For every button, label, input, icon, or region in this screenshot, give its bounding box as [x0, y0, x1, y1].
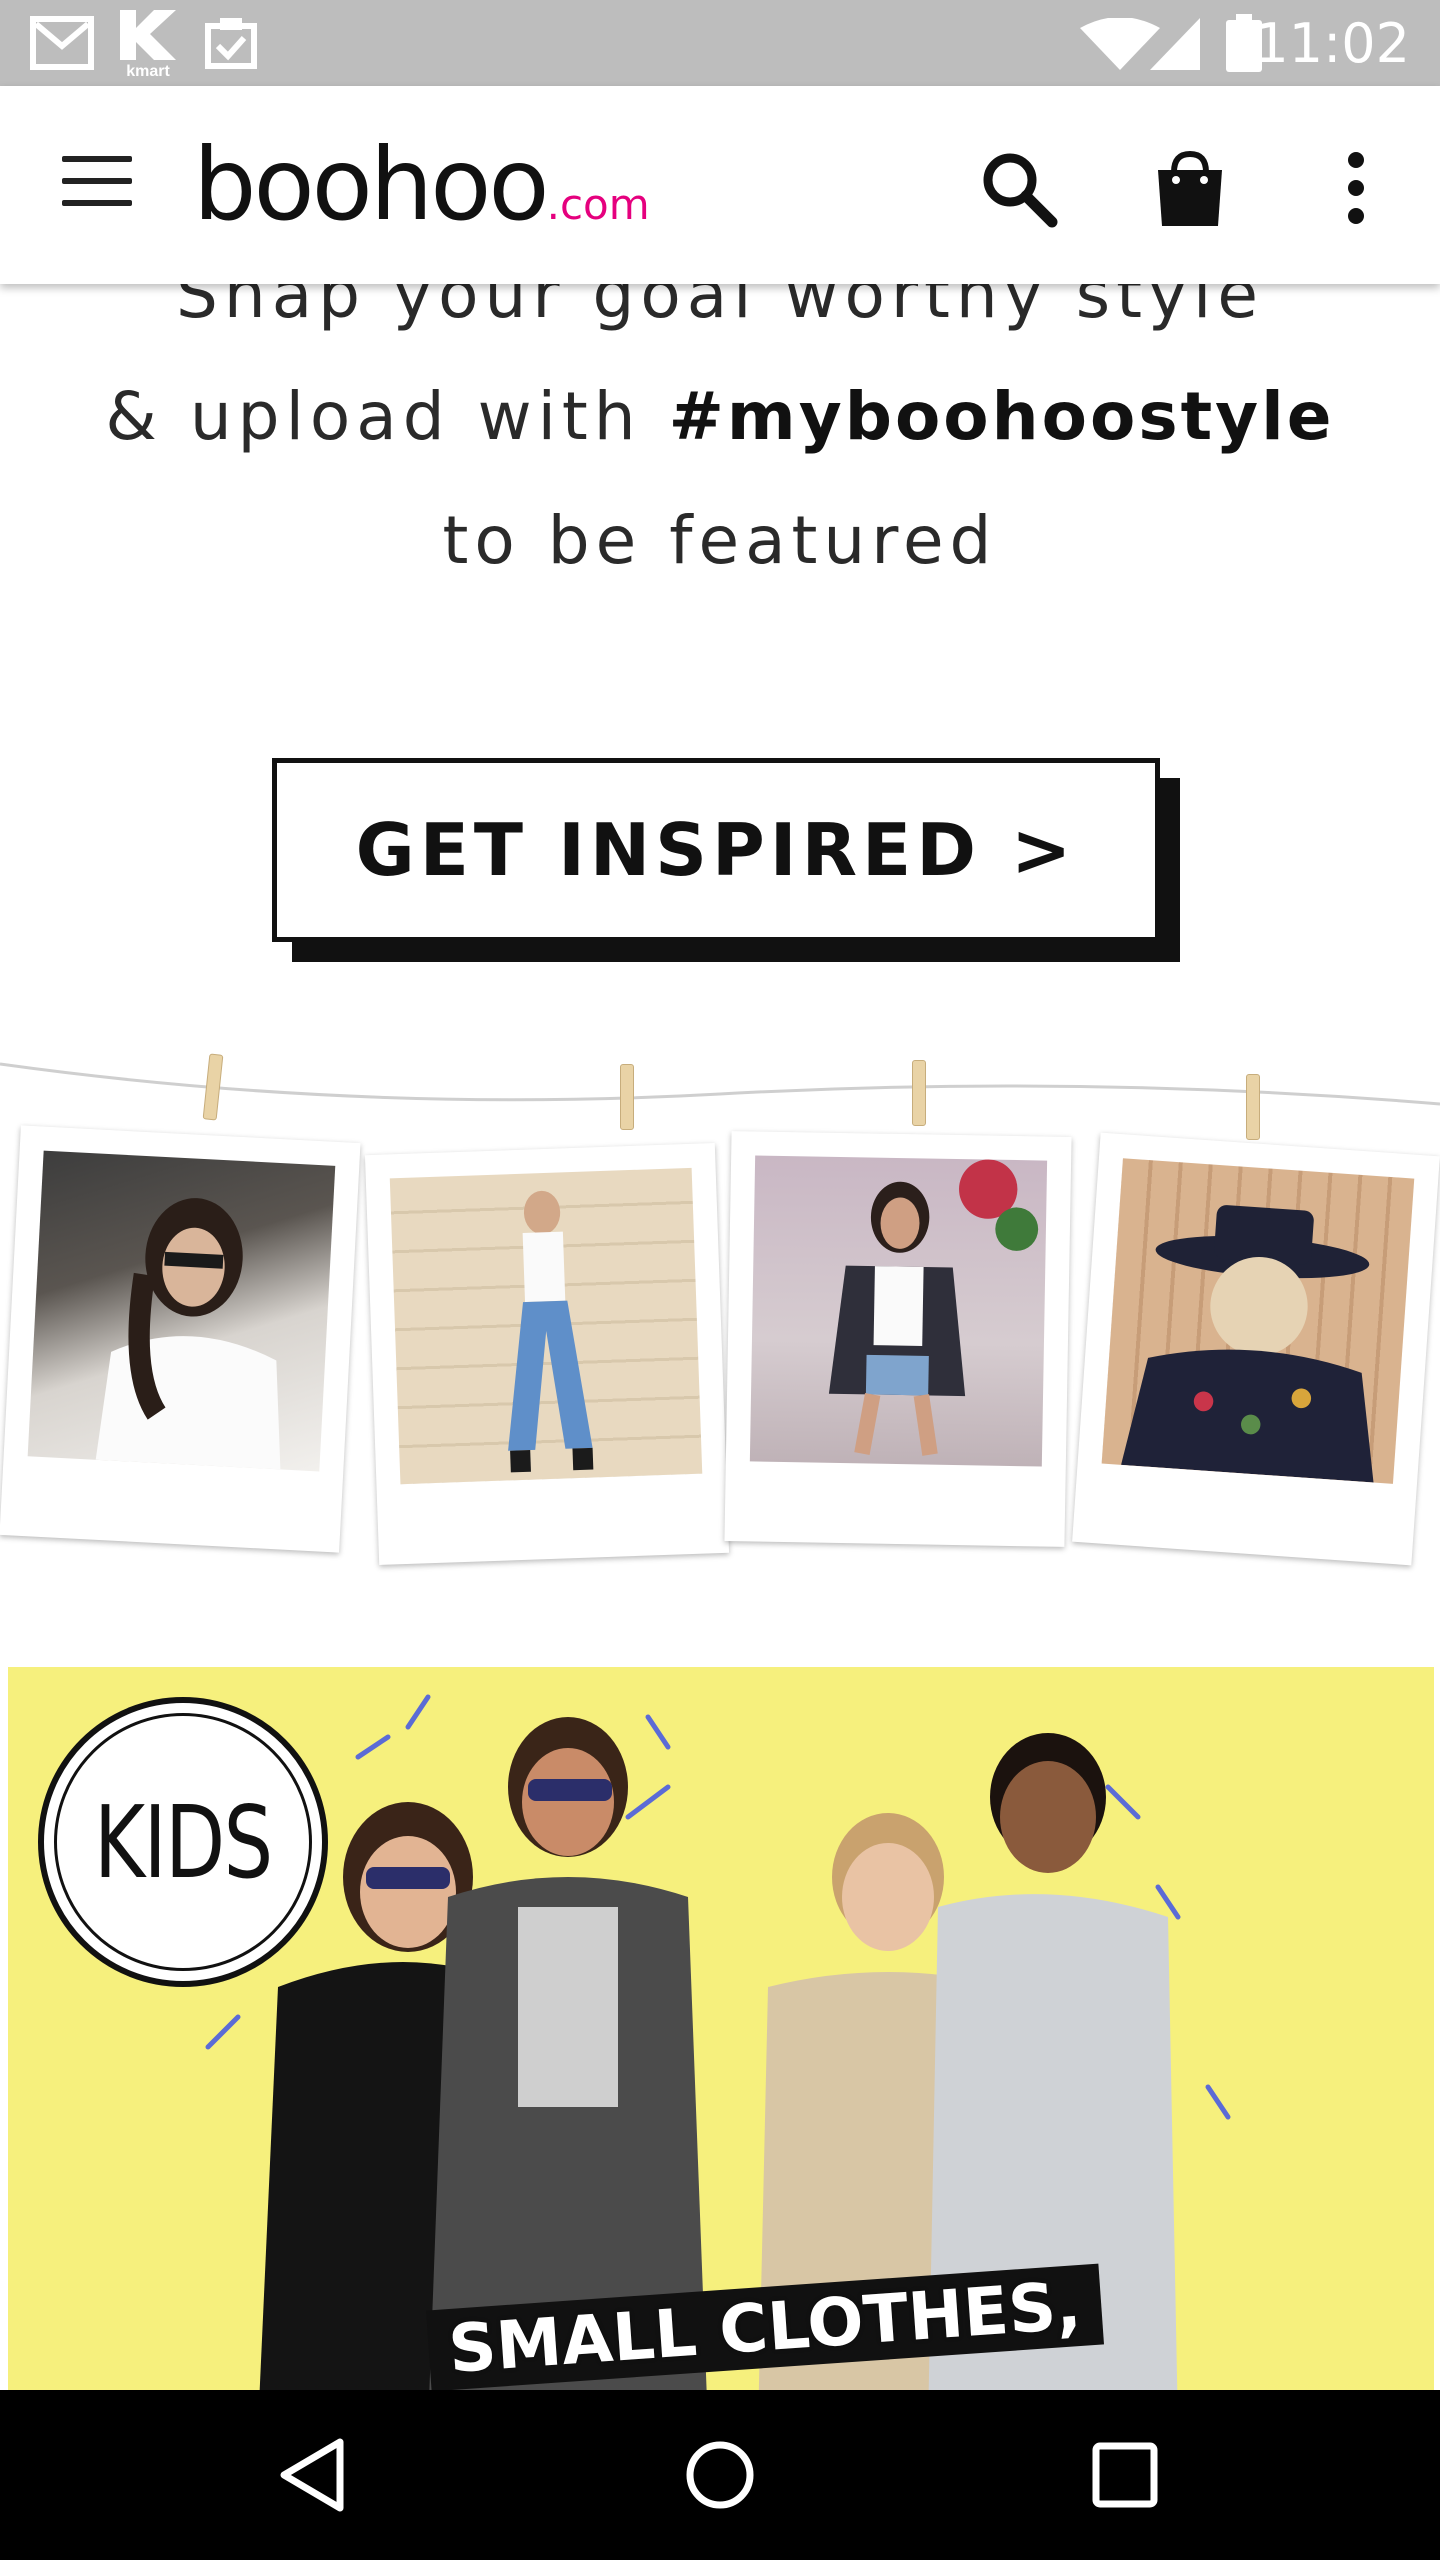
promo-hashtag: #myboohoostyle	[668, 378, 1335, 455]
boohoo-logo[interactable]: boohoo.com	[193, 126, 650, 243]
logo-main-text: boohoo	[193, 126, 550, 243]
more-vert-icon[interactable]	[1314, 146, 1398, 230]
app-bar: boohoo.com	[0, 86, 1440, 284]
get-inspired-button[interactable]: GET INSPIRED >	[272, 758, 1160, 942]
polaroid-photo-3[interactable]	[724, 1131, 1072, 1547]
search-icon[interactable]	[976, 146, 1060, 230]
back-icon[interactable]	[270, 2430, 360, 2520]
photo-woman-black-hat	[1101, 1158, 1415, 1484]
polaroid-photo-2[interactable]	[364, 1143, 730, 1565]
signal-icon	[1150, 18, 1200, 70]
photo-woman-sunglasses	[27, 1150, 336, 1472]
promo-line-2: & upload with #myboohoostyle	[0, 378, 1440, 455]
system-nav-bar	[0, 2390, 1440, 2560]
recents-icon[interactable]	[1080, 2430, 1170, 2520]
polaroid-photo-4[interactable]	[1072, 1132, 1440, 1566]
promo-line-1: Snap your goal worthy style	[176, 284, 1264, 333]
clothespin-2	[620, 1064, 634, 1130]
clothespin-4	[1246, 1074, 1260, 1140]
gmail-icon	[30, 16, 94, 70]
promo-line-3: to be featured	[442, 502, 998, 579]
status-bar: kmart 11:02	[0, 0, 1440, 86]
home-icon[interactable]	[675, 2430, 765, 2520]
kmart-icon: kmart	[116, 10, 180, 80]
wifi-icon	[1080, 18, 1160, 70]
page-content[interactable]: Snap your goal worthy style & upload wit…	[0, 284, 1440, 2390]
menu-icon[interactable]	[62, 156, 132, 212]
status-time: 11:02	[1254, 12, 1410, 75]
kids-banner[interactable]: KIDS SMALL CLOTHES,	[8, 1667, 1434, 2390]
kmart-label: kmart	[126, 63, 170, 80]
photo-woman-floral-jacket	[749, 1155, 1048, 1467]
logo-suffix-text: .com	[546, 180, 650, 229]
kids-badge-label: KIDS	[94, 1783, 273, 1901]
clipboard-check-icon	[205, 18, 257, 69]
kids-badge: KIDS	[38, 1697, 328, 1987]
photo-woman-ripped-jeans	[389, 1167, 703, 1485]
polaroid-photo-1[interactable]	[0, 1125, 361, 1553]
shopping-bag-icon[interactable]	[1148, 146, 1232, 230]
get-inspired-label: GET INSPIRED >	[355, 808, 1077, 892]
clothespin-3	[912, 1060, 926, 1126]
promo-line-2-prefix: & upload with	[105, 378, 669, 455]
